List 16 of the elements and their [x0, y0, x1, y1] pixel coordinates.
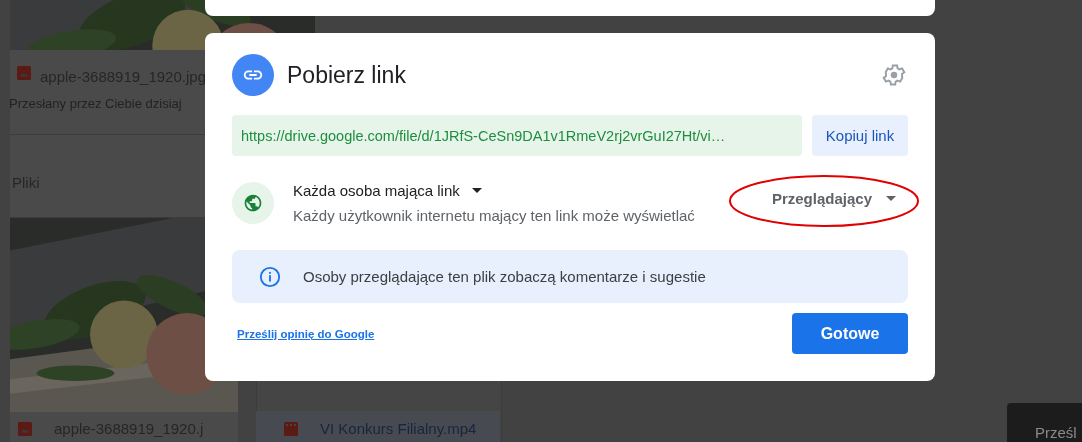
- image-file-icon: [17, 66, 31, 80]
- caret-icon: [471, 188, 482, 193]
- link-icon: [232, 54, 274, 96]
- settings-icon[interactable]: [881, 62, 907, 88]
- access-dropdown[interactable]: Każda osoba mająca link: [293, 182, 482, 199]
- dialog-title: Pobierz link: [287, 61, 407, 89]
- toast: Prześl: [1007, 403, 1082, 442]
- done-button[interactable]: Gotowe: [792, 313, 908, 354]
- info-icon: [259, 265, 281, 288]
- info-text: Osoby przeglądające ten plik zobaczą komentarze i sugestie: [303, 268, 706, 285]
- access-description: Każdy użytkownik internetu mający ten link może wyświetlać: [293, 207, 696, 224]
- caret-icon: [886, 195, 896, 201]
- copy-link-button[interactable]: Kopiuj link: [812, 115, 908, 156]
- globe-icon: [232, 182, 274, 224]
- link-field[interactable]: https://drive.google.com/file/d/1JRfS-CeSn9DA1v1RmeV2rj2vrGuI27Ht/vi…: [232, 115, 802, 156]
- feedback-link[interactable]: Prześlij opinię do Google: [237, 327, 375, 340]
